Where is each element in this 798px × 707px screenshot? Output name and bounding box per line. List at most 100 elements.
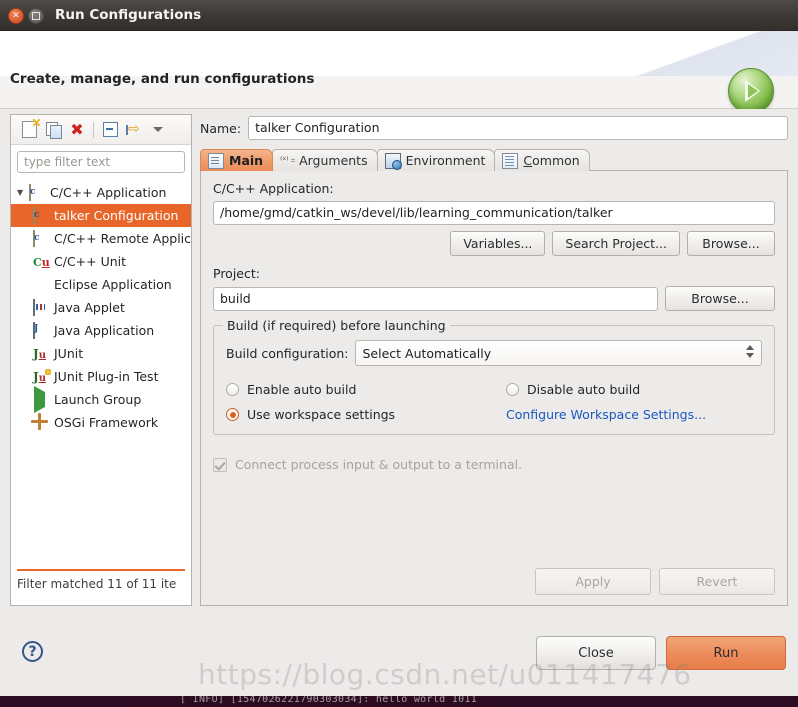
- build-options-grid: Enable auto build Disable auto build Use…: [226, 382, 762, 422]
- dialog-body: Create, manage, and run configurations ✖…: [0, 31, 798, 696]
- maximize-icon[interactable]: [28, 8, 44, 24]
- application-path-input[interactable]: /home/gmd/catkin_ws/devel/lib/learning_c…: [213, 201, 775, 225]
- osgi-framework-icon: [33, 415, 50, 431]
- connect-terminal-checkbox-row: Connect process input & output to a term…: [213, 457, 775, 472]
- search-project-button[interactable]: Search Project...: [552, 231, 680, 256]
- expand-arrow-icon[interactable]: ▼: [17, 188, 29, 197]
- radio-use-workspace-settings-label: Use workspace settings: [247, 407, 396, 422]
- window-title: Run Configurations: [55, 7, 202, 23]
- tab-common[interactable]: Common: [494, 149, 590, 171]
- radio-enable-auto-build-label: Enable auto build: [247, 382, 357, 397]
- eclipse-application-icon: [33, 277, 50, 293]
- tree-item-cpp-application[interactable]: ▼ C/C++ Application: [11, 181, 191, 204]
- tree-item-junit[interactable]: Ju JUnit: [11, 342, 191, 365]
- junit-plugin-test-icon: Ju: [33, 368, 51, 385]
- browse-project-button[interactable]: Browse...: [665, 286, 775, 311]
- radio-disable-auto-build[interactable]: Disable auto build: [506, 382, 762, 397]
- tree-item-label: JUnit Plug-in Test: [54, 369, 159, 384]
- run-launch-icon-triangle: [745, 80, 760, 102]
- build-configuration-value: Select Automatically: [362, 345, 492, 361]
- footer-button-row: Close Run: [536, 636, 786, 670]
- tree-item-cpp-remote-application[interactable]: C/C++ Remote Applica: [11, 227, 191, 250]
- build-group-title: Build (if required) before launching: [223, 318, 450, 333]
- filter-icon[interactable]: [122, 118, 146, 142]
- radio-enable-auto-build-indicator[interactable]: [226, 383, 239, 396]
- radio-enable-auto-build[interactable]: Enable auto build: [226, 382, 506, 397]
- duplicate-icon[interactable]: [41, 118, 65, 142]
- tree-item-junit-plugin-test[interactable]: Ju JUnit Plug-in Test: [11, 365, 191, 388]
- tree-item-talker-configuration[interactable]: talker Configuration: [11, 204, 191, 227]
- run-configurations-window: [ INFO] [1547026221790303034]: hello wor…: [0, 0, 798, 707]
- tree-item-cpp-unit[interactable]: Cu C/C++ Unit: [11, 250, 191, 273]
- project-row: build Browse...: [213, 286, 775, 311]
- tree-item-label: C/C++ Remote Applica: [54, 231, 191, 246]
- project-label: Project:: [213, 266, 260, 281]
- filter-status-text: Filter matched 11 of 11 ite: [17, 577, 177, 591]
- tree-item-label: C/C++ Application: [50, 185, 167, 200]
- tab-common-rest: ommon: [532, 153, 580, 168]
- tree-item-label: Java Applet: [54, 300, 125, 315]
- delete-icon[interactable]: ✖: [65, 118, 89, 142]
- tree-item-launch-group[interactable]: Launch Group: [11, 385, 191, 413]
- tab-environment[interactable]: Environment: [376, 149, 496, 171]
- name-input[interactable]: talker Configuration: [248, 116, 788, 140]
- radio-disable-auto-build-indicator[interactable]: [506, 383, 519, 396]
- java-applet-icon: [33, 298, 50, 316]
- tree-item-java-applet[interactable]: Java Applet: [11, 296, 191, 319]
- page-title: Create, manage, and run configurations: [10, 71, 315, 87]
- tree-item-java-application[interactable]: Java Application: [11, 319, 191, 342]
- variables-button[interactable]: Variables...: [450, 231, 546, 256]
- close-button[interactable]: Close: [536, 636, 656, 670]
- configure-workspace-settings-row: Configure Workspace Settings...: [506, 407, 762, 422]
- radio-disable-auto-build-label: Disable auto build: [527, 382, 641, 397]
- apply-button[interactable]: Apply: [535, 568, 651, 595]
- apply-revert-row: Apply Revert: [535, 568, 775, 595]
- dialog-banner: Create, manage, and run configurations: [0, 31, 798, 109]
- spinner-arrows-icon[interactable]: [746, 345, 754, 358]
- radio-use-workspace-settings[interactable]: Use workspace settings: [226, 407, 506, 422]
- java-application-icon: [33, 321, 50, 339]
- tree-item-label: JUnit: [54, 346, 84, 361]
- launch-group-icon: [33, 385, 50, 413]
- tree-item-label: talker Configuration: [54, 208, 179, 223]
- tree-footer: Filter matched 11 of 11 ite: [11, 561, 191, 605]
- radio-use-workspace-settings-indicator[interactable]: [226, 408, 239, 421]
- browse-application-button[interactable]: Browse...: [687, 231, 775, 256]
- cpp-unit-icon: Cu: [33, 255, 50, 269]
- build-configuration-select[interactable]: Select Automatically: [355, 340, 762, 366]
- tree-item-eclipse-application[interactable]: Eclipse Application: [11, 273, 191, 296]
- cpp-application-icon: [33, 206, 50, 224]
- help-icon[interactable]: ?: [22, 641, 43, 662]
- tab-environment-label: Environment: [405, 153, 486, 168]
- junit-icon: Ju: [33, 346, 46, 361]
- project-input[interactable]: build: [213, 286, 658, 311]
- configure-workspace-settings-link[interactable]: Configure Workspace Settings...: [506, 407, 706, 422]
- cpp-remote-application-icon: [33, 229, 50, 247]
- common-tab-icon: [502, 152, 519, 169]
- name-label: Name:: [200, 120, 242, 136]
- tree-item-label: Launch Group: [54, 392, 142, 407]
- new-configuration-icon[interactable]: [17, 118, 41, 142]
- collapse-all-icon[interactable]: [98, 118, 122, 142]
- filter-input[interactable]: type filter text: [17, 151, 185, 173]
- chevron-down-icon[interactable]: [146, 118, 170, 142]
- tab-common-label: Common: [523, 153, 580, 168]
- maximize-icon-glyph: [29, 9, 43, 23]
- connect-terminal-label: Connect process input & output to a term…: [235, 457, 523, 472]
- cpp-application-icon: [29, 183, 46, 201]
- launch-config-tree[interactable]: ▼ C/C++ Application talker Configuration…: [11, 181, 191, 561]
- build-group: Build (if required) before launching Bui…: [213, 318, 775, 435]
- tab-arguments-label: Arguments: [299, 153, 368, 168]
- tab-arguments[interactable]: ⁽ˣ⁾﹦ Arguments: [272, 149, 378, 171]
- tab-main-label: Main: [229, 153, 264, 168]
- run-launch-icon: [728, 68, 774, 109]
- tab-main[interactable]: Main: [200, 149, 274, 171]
- tree-toolbar: ✖: [11, 115, 191, 145]
- close-icon[interactable]: ✕: [8, 8, 24, 24]
- window-titlebar: ✕ Run Configurations: [0, 0, 798, 31]
- launch-config-tree-panel: ✖ type filter text ▼ C/C++ Application t…: [10, 114, 192, 606]
- configuration-editor-panel: Name: talker Configuration Main ⁽ˣ⁾﹦ Arg…: [200, 114, 788, 606]
- revert-button[interactable]: Revert: [659, 568, 775, 595]
- tree-item-osgi-framework[interactable]: OSGi Framework: [11, 411, 191, 434]
- run-button[interactable]: Run: [666, 636, 786, 670]
